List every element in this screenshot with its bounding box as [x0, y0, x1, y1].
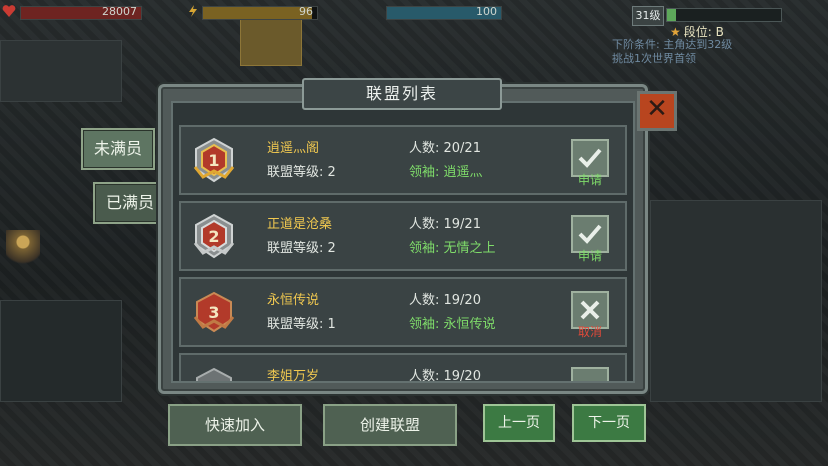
close-x-icon: ✕	[646, 94, 668, 124]
check-icon	[578, 148, 602, 168]
alliance-leader: 领袖: 逍遥灬	[409, 165, 483, 180]
alliance-name: 永恒传说	[267, 293, 320, 308]
energy-bar: 96	[202, 5, 318, 20]
mana-bar: 100	[386, 5, 502, 20]
task-line-1: 下阶条件: 主角达到32级	[612, 38, 733, 51]
alliance-member-count: 人数: 19/20	[409, 369, 481, 383]
rank-2-badge-icon: 2	[193, 213, 235, 259]
rank-3-badge-icon: 3	[193, 291, 235, 333]
alliance-member-count: 人数: 20/21	[409, 141, 481, 156]
apply-label[interactable]: 申请	[571, 171, 609, 188]
alliance-level: 联盟等级: 2	[267, 241, 336, 256]
energy-icon	[189, 5, 197, 17]
apply-button[interactable]	[571, 367, 609, 381]
alliance-leader: 领袖: 无情之上	[409, 241, 496, 256]
alliance-list-panel: 1 逍遥灬阁 联盟等级: 2 人数: 20/21 领袖: 逍遥灬 申请 2 正道…	[158, 84, 648, 394]
check-icon	[578, 224, 602, 244]
create-alliance-button[interactable]: 创建联盟	[323, 404, 457, 446]
rank-text: 段位: B	[683, 25, 724, 39]
task-line-2: 挑战1次世界首领	[612, 52, 696, 65]
alliance-name: 逍遥灬阁	[267, 141, 320, 156]
tab-not-full[interactable]: 未满员	[81, 128, 155, 170]
badge-rank-number: 2	[208, 227, 219, 246]
rank-1-badge-icon: 1	[193, 137, 235, 183]
rank-4-badge-icon	[196, 367, 232, 381]
background-building	[650, 200, 822, 402]
alliance-row[interactable]: 3 永恒传说 联盟等级: 1 人数: 19/20 领袖: 永恒传说 取消	[179, 277, 627, 347]
alliance-member-count: 人数: 19/20	[409, 293, 481, 308]
alliance-name: 正道是沧桑	[267, 217, 333, 232]
alliance-leader: 领袖: 永恒传说	[409, 317, 496, 332]
player-level: 31级	[632, 6, 664, 26]
alliance-row[interactable]: 2 正道是沧桑 联盟等级: 2 人数: 19/21 领袖: 无情之上 申请	[179, 201, 627, 271]
hp-bar: 28007	[20, 5, 142, 20]
rank-up-requirements: 下阶条件: 主角达到32级 挑战1次世界首领	[612, 38, 812, 66]
alliance-level: 联盟等级: 2	[267, 165, 336, 180]
alliance-level: 联盟等级: 1	[267, 317, 336, 332]
heart-icon	[2, 5, 16, 17]
badge-rank-number: 3	[208, 303, 219, 322]
next-page-button[interactable]: 下一页	[572, 404, 646, 442]
quick-join-button[interactable]: 快速加入	[168, 404, 302, 446]
prev-page-button[interactable]: 上一页	[483, 404, 555, 442]
panel-title: 联盟列表	[302, 78, 502, 110]
background-lamp	[6, 230, 40, 290]
energy-bar-fill	[203, 7, 313, 19]
background-crate	[240, 18, 302, 66]
star-icon: ★	[670, 25, 681, 39]
cancel-label[interactable]: 取消	[571, 323, 609, 340]
alliance-row[interactable]: 1 逍遥灬阁 联盟等级: 2 人数: 20/21 领袖: 逍遥灬 申请	[179, 125, 627, 195]
alliance-member-count: 人数: 19/21	[409, 217, 481, 232]
apply-label[interactable]: 申请	[571, 247, 609, 264]
alliance-row[interactable]: 李姐万岁 人数: 19/20	[179, 353, 627, 383]
close-button[interactable]: ✕	[637, 91, 677, 131]
alliance-list[interactable]: 1 逍遥灬阁 联盟等级: 2 人数: 20/21 领袖: 逍遥灬 申请 2 正道…	[171, 101, 635, 383]
alliance-name: 李姐万岁	[267, 369, 320, 383]
exp-bar	[666, 8, 782, 22]
hp-value: 28007	[102, 5, 137, 18]
background-shelf	[0, 300, 122, 402]
cross-icon	[580, 300, 600, 320]
energy-value: 96	[299, 5, 313, 18]
exp-bar-fill	[667, 9, 677, 21]
tab-full[interactable]: 已满员	[93, 182, 167, 224]
mana-value: 100	[476, 5, 497, 18]
background-building	[0, 40, 122, 102]
badge-rank-number: 1	[208, 151, 219, 170]
